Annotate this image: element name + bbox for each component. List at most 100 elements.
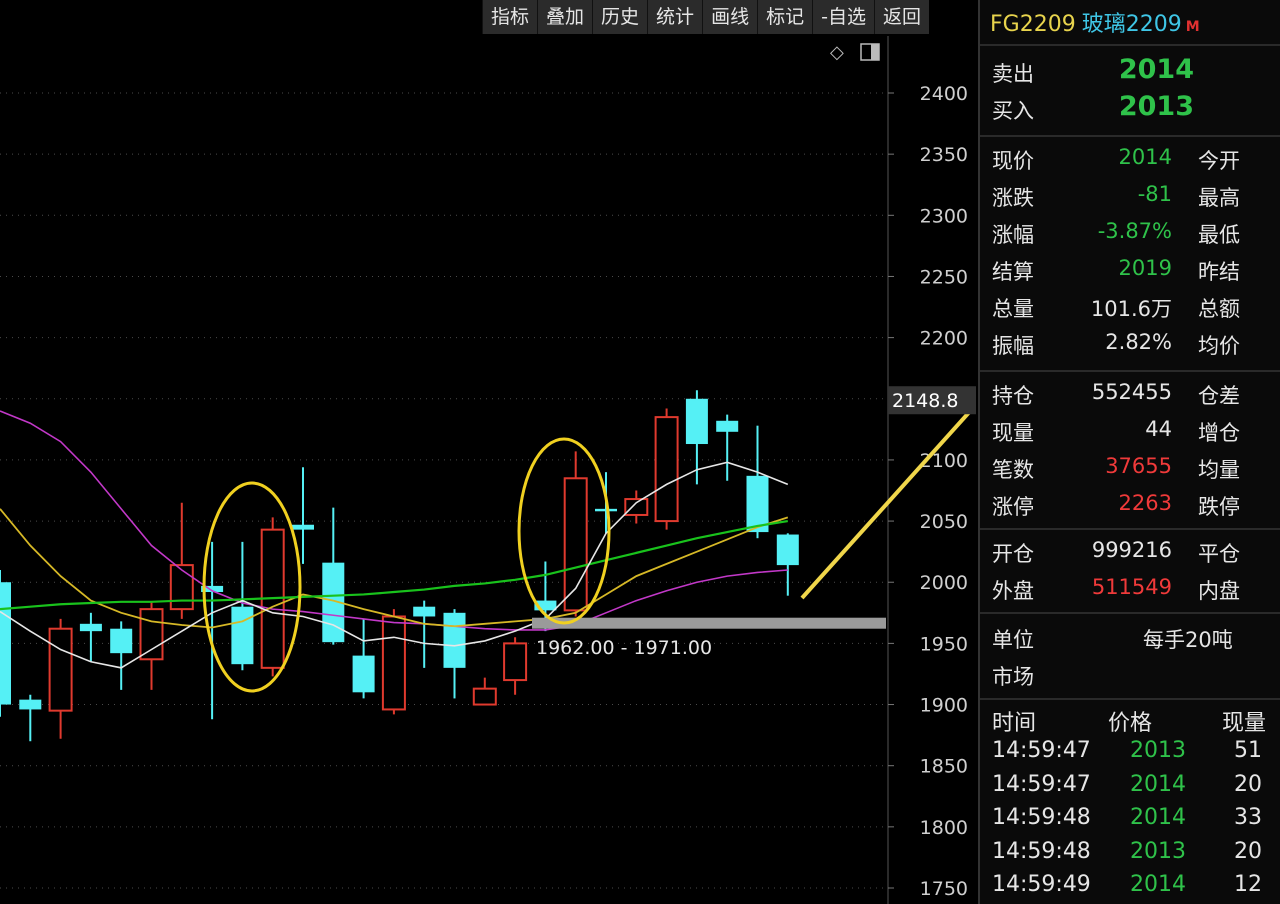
ma-line-green [0, 519, 788, 611]
quote-label: 结算 [992, 260, 1034, 284]
quote-label: 持仓 [992, 384, 1034, 408]
quote-label-secondary: 均量 [1198, 458, 1240, 482]
y-tick-label: 2400 [920, 83, 968, 105]
quote-row: 涨停 2263 跌停 [980, 487, 1280, 523]
quote-label: 涨停 [992, 495, 1034, 519]
y-tick-label: 2350 [920, 144, 968, 166]
quote-row: 开仓 999216 平仓 [980, 534, 1280, 570]
price-label: 2148.8 [892, 390, 958, 412]
divider [980, 370, 1280, 372]
candle-body [48, 627, 73, 712]
y-tick-label: 2000 [920, 572, 968, 594]
tick-volume: 20 [1234, 838, 1262, 864]
toolbar-button-4[interactable]: 画线 [702, 0, 758, 34]
tick-volume: 12 [1234, 872, 1262, 897]
candle-body [563, 477, 588, 612]
tick-volume: 20 [1234, 771, 1262, 797]
candle-body [413, 606, 436, 617]
sell-value: 2014 [1118, 54, 1194, 85]
toolbar-button-2[interactable]: 历史 [592, 0, 648, 34]
quote-label: 开仓 [992, 542, 1034, 566]
buy-value: 2013 [1118, 91, 1194, 122]
quote-value: 2019 [1118, 256, 1172, 280]
quote-value: 44 [1145, 417, 1172, 441]
quote-label-secondary: 增仓 [1198, 421, 1240, 445]
sell-label: 卖出 [992, 62, 1034, 86]
quote-row: 现量 44 增仓 [980, 413, 1280, 449]
tick-time: 14:59:47 [992, 738, 1091, 763]
candle-body [685, 398, 708, 445]
y-tick-label: 2200 [920, 328, 968, 350]
candle-body [381, 615, 406, 711]
candle-body [716, 420, 739, 432]
market-flag: M [1185, 19, 1200, 35]
sell-row: 卖出 2014 [980, 54, 1280, 90]
tick-price: 2013 [1130, 838, 1186, 864]
candle-body [110, 628, 133, 654]
tick-price: 2014 [1130, 805, 1186, 830]
quote-value: 2014 [1118, 145, 1172, 169]
market-label: 市场 [992, 665, 1034, 689]
tick-time: 14:59:49 [992, 872, 1091, 897]
quote-value: -3.87% [1097, 219, 1172, 243]
quote-row: 涨跌 -81 最高 [980, 178, 1280, 214]
toolbar-button-6[interactable]: -自选 [812, 0, 874, 34]
chart-toolbar: 指标 叠加 历史 统计 画线 标记 -自选 返回 [482, 0, 929, 34]
toolbar-button-5[interactable]: 标记 [757, 0, 813, 34]
support-band [532, 617, 886, 629]
candle-body [776, 534, 799, 566]
candle-body [139, 608, 164, 661]
quote-label-secondary: 平仓 [1198, 542, 1240, 566]
toolbar-button-7[interactable]: 返回 [873, 0, 929, 34]
candle-body [352, 655, 375, 693]
quote-value: 101.6万 [1090, 297, 1172, 321]
quote-label: 现量 [992, 421, 1034, 445]
quote-label-secondary: 均价 [1198, 334, 1240, 358]
quote-label-secondary: 内盘 [1198, 579, 1240, 603]
tick-time: 14:59:48 [992, 838, 1091, 864]
quote-label-secondary: 昨结 [1198, 260, 1240, 284]
quote-value: 2.82% [1105, 330, 1172, 354]
quote-value: 552455 [1091, 380, 1172, 404]
ticks-header-time: 时间 [992, 711, 1037, 736]
candle-body [19, 699, 42, 710]
tick-price: 2013 [1130, 738, 1186, 763]
toolbar-button-1[interactable]: 叠加 [537, 0, 593, 34]
tick-time: 14:59:48 [992, 805, 1091, 830]
toolbar-button-3[interactable]: 统计 [647, 0, 703, 34]
candle-body [624, 498, 649, 516]
buy-row: 买入 2013 [980, 91, 1280, 127]
y-tick-label: 2050 [920, 511, 968, 533]
candle-body [79, 623, 102, 632]
y-tick-label: 1950 [920, 633, 968, 655]
contract-code: FG2209 [990, 12, 1076, 37]
contract-header: FG2209 玻璃2209 M [990, 6, 1200, 38]
divider [980, 528, 1280, 530]
quote-label-secondary: 仓差 [1198, 384, 1240, 408]
quote-label: 涨跌 [992, 186, 1034, 210]
candle-body [231, 606, 254, 665]
kline-chart[interactable]: 2400235023002250220021502100205020001950… [0, 0, 976, 904]
ticks-header: 时间 价格 现量 [980, 702, 1280, 736]
quote-label: 现价 [992, 149, 1034, 173]
quote-row: 振幅 2.82% 均价 [980, 326, 1280, 362]
quote-label-secondary: 最高 [1198, 186, 1240, 210]
quote-row: 现价 2014 今开 [980, 141, 1280, 177]
unit-label: 单位 [992, 628, 1034, 652]
quote-value: 999216 [1091, 538, 1172, 562]
y-tick-label: 1750 [920, 878, 968, 900]
tick-row: 14:59:48 2013 20 [980, 836, 1280, 870]
quote-value: 2263 [1118, 491, 1172, 515]
kline-chart-panel[interactable]: 2400235023002250220021502100205020001950… [0, 0, 976, 904]
contract-name: 玻璃2209 [1081, 12, 1182, 37]
quote-label: 涨幅 [992, 223, 1034, 247]
tick-price: 2014 [1130, 771, 1186, 797]
candle-body [292, 524, 314, 530]
quote-row: 外盘 511549 内盘 [980, 571, 1280, 607]
y-tick-label: 1900 [920, 695, 968, 717]
tick-row: 14:59:48 2014 33 [980, 802, 1280, 836]
candle-body [503, 642, 528, 682]
unit-row: 单位 每手20吨 [980, 620, 1280, 656]
toolbar-button-0[interactable]: 指标 [482, 0, 538, 34]
y-tick-label: 1850 [920, 756, 968, 778]
